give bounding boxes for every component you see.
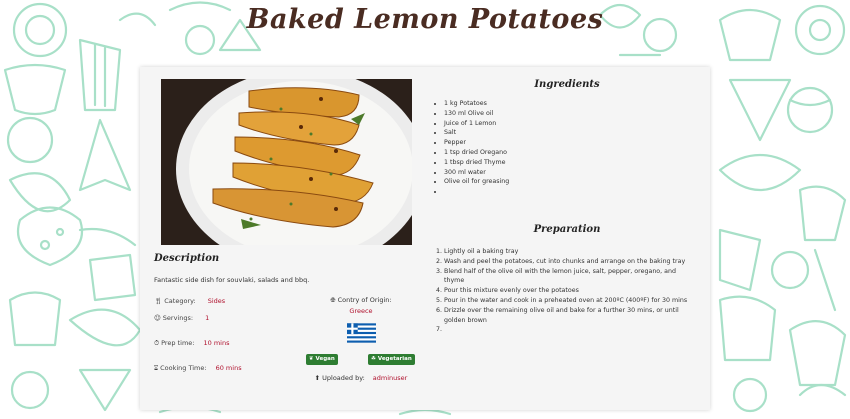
ingredient-item: 1 tbsp dried Thyme bbox=[444, 158, 702, 168]
preparation-step: Blend half of the olive oil with the lem… bbox=[444, 267, 697, 287]
greece-flag-icon bbox=[346, 323, 376, 343]
stopwatch-icon: ⏱︎ bbox=[154, 339, 160, 347]
preparation-step: Wash and peel the potatoes, cut into chu… bbox=[444, 257, 697, 267]
uploaded-by-label: Uploaded by: bbox=[322, 374, 365, 382]
upload-icon: ⬆︎ bbox=[314, 374, 321, 382]
vegetarian-badge: ☘ Vegetarian bbox=[368, 354, 415, 365]
seedling-icon: ☘ bbox=[371, 356, 376, 362]
cooking-time-row: ⌛︎ Cooking Time: 60 mins bbox=[154, 364, 242, 373]
ingredient-item: Juice of 1 Lemon bbox=[444, 119, 702, 129]
preparation-step: Lightly oil a baking tray bbox=[444, 247, 697, 257]
ingredient-item bbox=[444, 187, 702, 197]
users-icon: ☺ bbox=[154, 314, 161, 322]
ingredients-heading: Ingredients bbox=[534, 79, 600, 90]
vegan-badge-label: Vegan bbox=[315, 356, 335, 362]
servings-value: 1 bbox=[205, 314, 210, 322]
preparation-step: Pour in the water and cook in a preheate… bbox=[444, 296, 697, 306]
cooking-time-label: Cooking Time: bbox=[160, 364, 207, 372]
page-title: Baked Lemon Potatoes bbox=[246, 4, 604, 35]
origin-block: 🌐︎ Contry of Origin: Greece bbox=[306, 296, 416, 343]
globe-icon: 🌐︎ bbox=[330, 296, 336, 304]
uploaded-by-value[interactable]: adminuser bbox=[373, 374, 408, 382]
ingredients-section: Ingredients 1 kg Potatoes130 ml Olive oi… bbox=[432, 79, 702, 197]
category-label: Category: bbox=[164, 297, 196, 305]
category-row: 🍴︎ Category: Sides bbox=[154, 297, 225, 305]
preparation-step: Drizzle over the remaining olive oil and… bbox=[444, 306, 697, 326]
utensils-icon: 🍴︎ bbox=[154, 297, 163, 305]
baked-potatoes-image bbox=[161, 79, 412, 245]
preparation-step: Pour this mixture evenly over the potato… bbox=[444, 286, 697, 296]
recipe-card: Description Fantastic side dish for souv… bbox=[140, 67, 710, 410]
ingredient-item: 1 kg Potatoes bbox=[444, 99, 702, 109]
ingredient-item: Pepper bbox=[444, 138, 702, 148]
recipe-photo bbox=[161, 79, 412, 245]
ingredient-item: 1 tsp dried Oregano bbox=[444, 148, 702, 158]
ingredient-item: Salt bbox=[444, 128, 702, 138]
cooking-time-value: 60 mins bbox=[215, 364, 242, 372]
description-heading: Description bbox=[154, 253, 220, 264]
origin-value: Greece bbox=[349, 307, 373, 315]
ingredients-list: 1 kg Potatoes130 ml Olive oilJuice of 1 … bbox=[432, 99, 702, 197]
leaf-icon: ❦ bbox=[309, 356, 314, 362]
vegan-badge: ❦ Vegan bbox=[306, 354, 338, 365]
category-value: Sides bbox=[207, 297, 226, 305]
preparation-heading: Preparation bbox=[533, 224, 601, 235]
preparation-section: Lightly oil a baking trayWash and peel t… bbox=[432, 237, 697, 335]
servings-row: ☺ Servings: 1 bbox=[154, 314, 209, 322]
ingredient-item: 130 ml Olive oil bbox=[444, 109, 702, 119]
ingredient-item: 300 ml water bbox=[444, 168, 702, 178]
uploaded-by-row: ⬆︎ Uploaded by: adminuser bbox=[306, 374, 416, 382]
hourglass-icon: ⌛︎ bbox=[154, 364, 159, 372]
preparation-step bbox=[444, 325, 697, 335]
servings-label: Servings: bbox=[162, 314, 194, 322]
origin-label: Contry of Origin: bbox=[337, 296, 392, 304]
description-text: Fantastic side dish for souvlaki, salads… bbox=[154, 276, 310, 284]
prep-time-value: 10 mins bbox=[203, 339, 230, 347]
prep-time-row: ⏱︎ Prep time: 10 mins bbox=[154, 339, 229, 348]
preparation-steps: Lightly oil a baking trayWash and peel t… bbox=[432, 247, 697, 335]
vegetarian-badge-label: Vegetarian bbox=[377, 356, 412, 362]
ingredient-item: Olive oil for greasing bbox=[444, 177, 702, 187]
prep-time-label: Prep time: bbox=[161, 339, 195, 347]
